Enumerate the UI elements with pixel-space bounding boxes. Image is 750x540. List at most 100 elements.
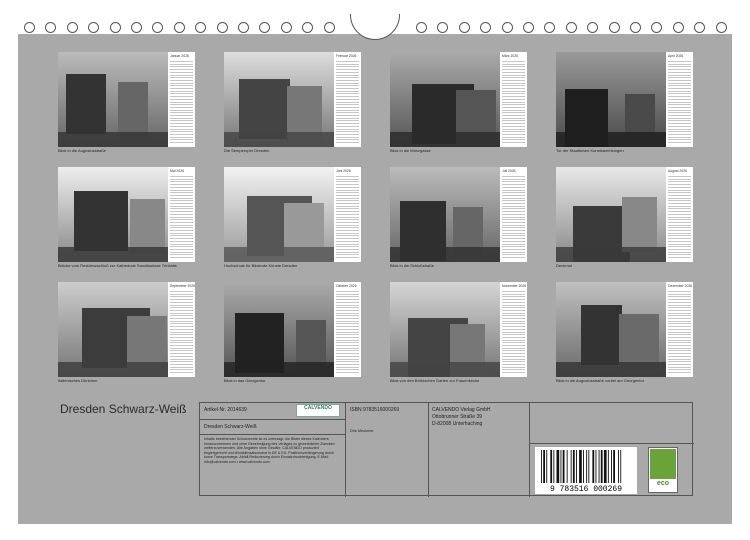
month-day-column: November 2026 bbox=[500, 282, 527, 377]
photo-caption: Die Semperoper Dresden bbox=[224, 148, 270, 153]
binding-hole bbox=[152, 22, 164, 33]
month-name: Juni 2026 bbox=[336, 169, 351, 173]
month-name: August 2026 bbox=[668, 169, 688, 173]
month-day-column: Oktober 2026 bbox=[334, 282, 361, 377]
photo-caption: Blick in das Georgentor bbox=[224, 378, 266, 383]
binding-hole bbox=[45, 22, 57, 33]
month-day-column: März 2026 bbox=[500, 52, 527, 147]
binding-hole bbox=[523, 22, 534, 33]
binding-hole bbox=[66, 22, 78, 33]
month-name: März 2026 bbox=[502, 54, 519, 58]
product-title: Dresden Schwarz-Weiß bbox=[204, 424, 257, 430]
binding-hole bbox=[259, 22, 271, 33]
publisher-name: CALVENDO Verlag GmbH bbox=[432, 407, 491, 413]
photo-caption: Blick in die Münzgasse bbox=[390, 148, 431, 153]
month-tile: Januar 2026 Blick in die Augustusstraße bbox=[58, 52, 195, 153]
month-day-column: Februar 2026 bbox=[334, 52, 361, 147]
calendar-title: Dresden Schwarz-Weiß bbox=[60, 402, 187, 416]
month-name: Mai 2026 bbox=[170, 169, 184, 173]
binding-hole bbox=[302, 22, 314, 33]
month-name: September 2026 bbox=[170, 284, 196, 288]
binding-hole bbox=[651, 22, 663, 33]
month-day-column: Januar 2026 bbox=[168, 52, 195, 147]
month-photo bbox=[390, 282, 500, 377]
month-tile: Dezember 2026 Blick in die Augustusstraße… bbox=[556, 282, 693, 383]
barcode: 9 783516 000269 bbox=[535, 447, 637, 494]
photo-caption: Blick in die Augustusstraße vorbei am Ge… bbox=[556, 378, 645, 383]
photo-caption: Blick in die Schloßstraße bbox=[390, 263, 435, 268]
binding-hole bbox=[458, 22, 470, 33]
leaf-icon bbox=[650, 449, 676, 479]
binding-hole bbox=[565, 22, 577, 33]
month-day-column: April 2026 bbox=[666, 52, 693, 147]
month-tile: Juni 2026 Hochschule für Bildende Künste … bbox=[224, 167, 361, 268]
month-tile: September 2026 Italienisches Dörfchen bbox=[58, 282, 195, 383]
month-tile: August 2026 Denkmal bbox=[556, 167, 693, 268]
month-name: Juli 2026 bbox=[502, 169, 516, 173]
binding-hole bbox=[323, 22, 335, 33]
photo-caption: Tor der Staatlichen Kunstsammlungen bbox=[556, 148, 624, 153]
binding-hole bbox=[280, 22, 292, 33]
month-tile: Februar 2026 Die Semperoper Dresden bbox=[224, 52, 361, 153]
month-photo bbox=[390, 52, 500, 147]
isbn: ISBN 9783516000269 bbox=[350, 407, 400, 413]
binding-hole bbox=[238, 22, 249, 33]
month-name: Januar 2026 bbox=[170, 54, 189, 58]
legal-text: Inhalte bestehender Schutzrechte ist es … bbox=[204, 437, 335, 464]
month-day-column: September 2026 bbox=[168, 282, 195, 377]
binding-hole bbox=[109, 22, 121, 33]
eco-badge: eco bbox=[648, 447, 678, 493]
photo-caption: Blick in die Augustusstraße bbox=[58, 148, 107, 153]
month-day-column: August 2026 bbox=[666, 167, 693, 262]
photo-caption: Blick von den Brühlschen Garten zur Frau… bbox=[390, 378, 480, 383]
binding-hole bbox=[173, 22, 185, 33]
binding-hole bbox=[501, 22, 513, 33]
binding-hole bbox=[195, 22, 207, 33]
publisher-city: D-82008 Unterhaching bbox=[432, 421, 483, 427]
month-photo bbox=[224, 282, 334, 377]
barcode-number: 9 783516 000269 bbox=[550, 485, 622, 494]
binding-hole bbox=[587, 22, 599, 33]
month-tile: März 2026 Blick in die Münzgasse bbox=[390, 52, 527, 153]
month-name: Dezember 2026 bbox=[668, 284, 693, 288]
month-day-column: Mai 2026 bbox=[168, 167, 195, 262]
binding-hole bbox=[630, 22, 641, 33]
month-photo bbox=[556, 167, 666, 262]
month-tile: November 2026 Blick von den Brühlschen Ga… bbox=[390, 282, 527, 383]
month-day-column: Dezember 2026 bbox=[666, 282, 693, 377]
month-name: Oktober 2026 bbox=[336, 284, 357, 288]
month-day-column: Juni 2026 bbox=[334, 167, 361, 262]
month-photo bbox=[58, 282, 168, 377]
month-name: April 2026 bbox=[668, 54, 684, 58]
month-photo bbox=[390, 167, 500, 262]
binding-hole bbox=[480, 22, 492, 33]
month-photo bbox=[224, 52, 334, 147]
month-photo bbox=[224, 167, 334, 262]
binding-hole bbox=[672, 22, 684, 33]
month-tile: Oktober 2026 Blick in das Georgentor bbox=[224, 282, 361, 383]
photo-caption: Brücke vom Residenzschloß zur Kathedrale… bbox=[58, 263, 177, 268]
month-day-column: Juli 2026 bbox=[500, 167, 527, 262]
publisher-street: Ottobrunner Straße 39 bbox=[432, 414, 483, 420]
month-tile: Mai 2026 Brücke vom Residenzschloß zur Ka… bbox=[58, 167, 195, 268]
binding-hole bbox=[24, 22, 35, 33]
photo-caption: Hochschule für Bildende Künste Dresden bbox=[224, 263, 298, 268]
binding-hole bbox=[416, 22, 427, 33]
month-photo bbox=[58, 167, 168, 262]
month-photo bbox=[556, 282, 666, 377]
photo-caption: Italienisches Dörfchen bbox=[58, 378, 98, 383]
binding-hole bbox=[694, 22, 706, 33]
binding-hole bbox=[88, 22, 100, 33]
binding-hole bbox=[544, 22, 556, 33]
binding-hole bbox=[437, 22, 449, 33]
author-name: Dirk Meutzner bbox=[350, 429, 374, 433]
photo-caption: Denkmal bbox=[556, 263, 572, 268]
month-tile: April 2026 Tor der Staatlichen Kunstsamml… bbox=[556, 52, 693, 153]
product-info-box: Artikel-Nr. 2014639 CALVENDO Dresden Sch… bbox=[199, 402, 694, 497]
binding-hole bbox=[715, 22, 727, 33]
binding-hole bbox=[216, 22, 228, 33]
article-number: Artikel-Nr. 2014639 bbox=[204, 407, 247, 413]
binding-hole bbox=[131, 22, 142, 33]
month-photo bbox=[58, 52, 168, 147]
month-name: November 2026 bbox=[502, 284, 527, 288]
